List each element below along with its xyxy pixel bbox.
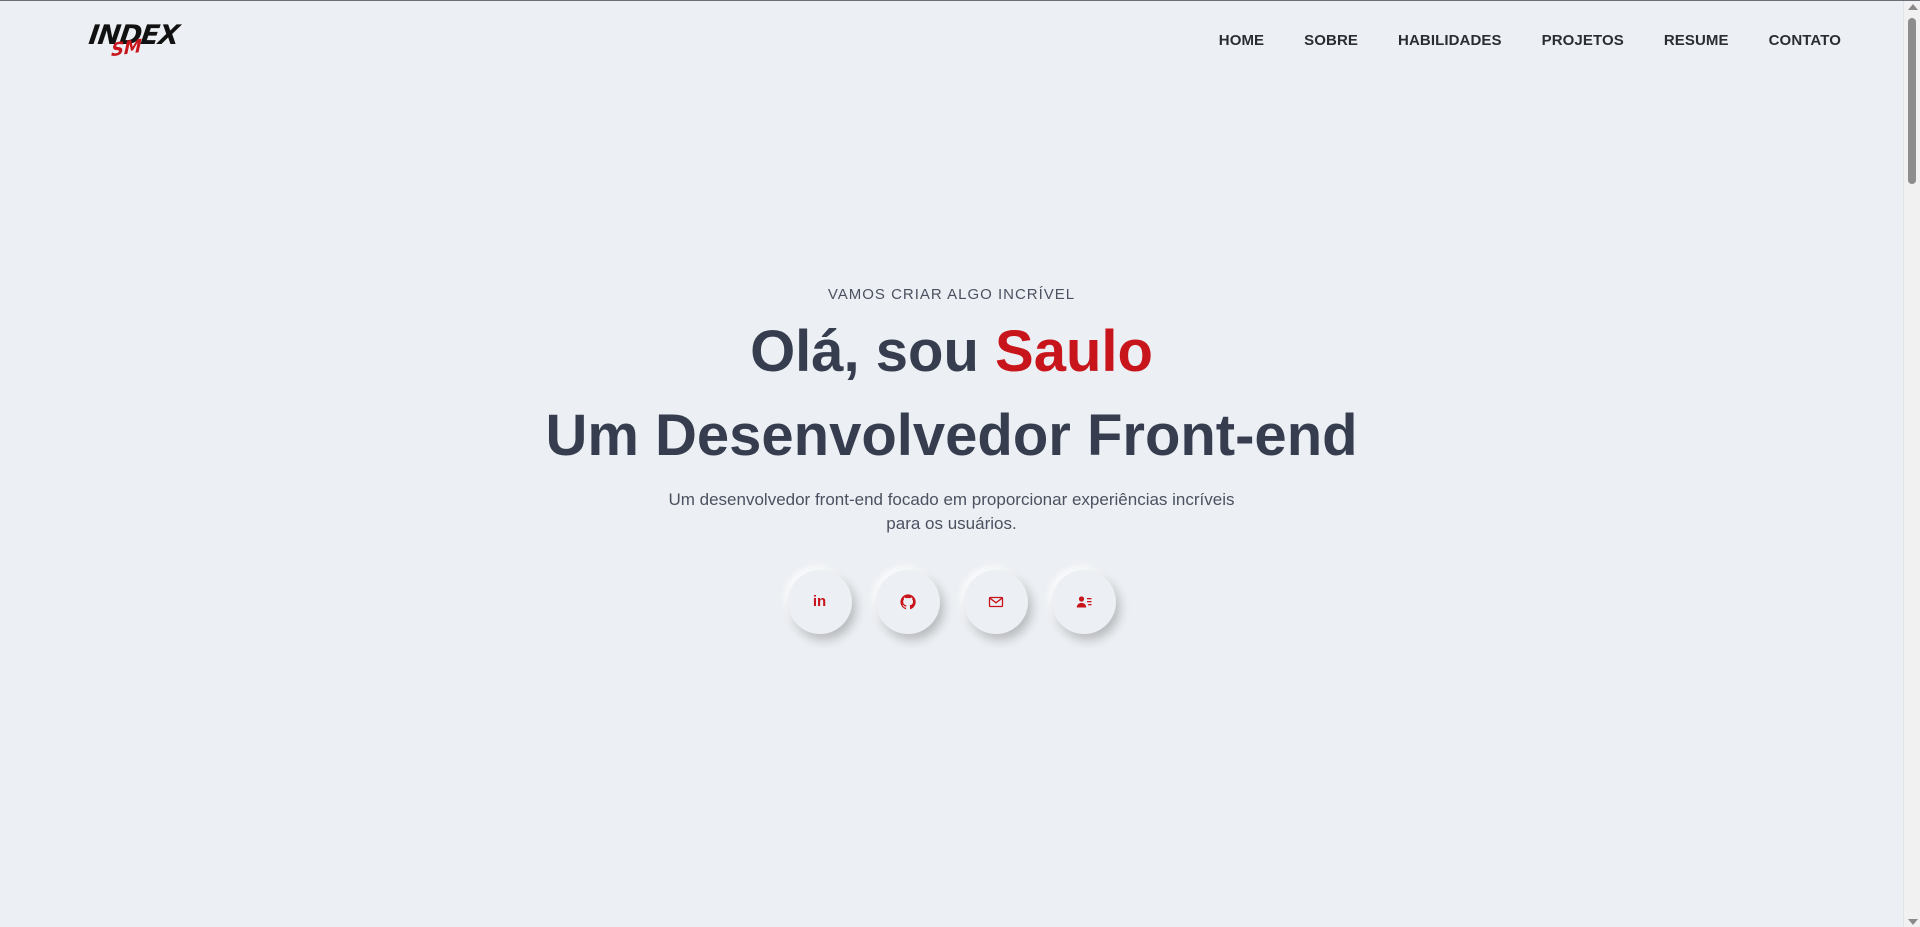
email-button[interactable] [963,570,1028,634]
nav-home[interactable]: HOME [1219,32,1264,49]
nav-habilidades[interactable]: HABILIDADES [1398,32,1502,49]
logo[interactable]: INDEX SM [87,20,181,62]
greeting-text: Olá, sou [750,319,996,384]
hero-description: Um desenvolvedor front-end focado em pro… [668,490,1235,533]
logo-sub-text: SM [110,35,143,62]
nav-resume[interactable]: RESUME [1664,32,1729,49]
hero-name: Saulo [995,319,1153,384]
scroll-thumb[interactable] [1908,18,1916,184]
contact-card-button[interactable] [1051,570,1116,634]
scroll-down-icon[interactable] [1908,919,1918,925]
vertical-scrollbar[interactable] [1903,1,1920,927]
site-header: INDEX SM HOME SOBRE HABILIDADES PROJETOS… [0,1,1903,81]
social-links: in [0,570,1903,634]
main-nav: HOME SOBRE HABILIDADES PROJETOS RESUME C… [1179,32,1841,49]
hero-kicker: VAMOS CRIAR ALGO INCRÍVEL [827,286,1076,303]
linkedin-icon: in [812,593,827,610]
nav-projetos[interactable]: PROJETOS [1542,32,1624,49]
hero-greeting: Olá, sou Saulo [0,313,1903,391]
nav-sobre[interactable]: SOBRE [1304,32,1358,49]
contact-card-icon [1076,594,1092,610]
page: INDEX SM HOME SOBRE HABILIDADES PROJETOS… [0,0,1920,927]
github-button[interactable] [875,570,940,634]
linkedin-button[interactable]: in [787,570,852,634]
hero-role: Um Desenvolvedor Front-end [545,403,1358,468]
scroll-up-icon[interactable] [1908,4,1918,10]
github-icon [899,594,916,610]
mail-icon [988,594,1004,610]
nav-contato[interactable]: CONTATO [1769,32,1841,49]
